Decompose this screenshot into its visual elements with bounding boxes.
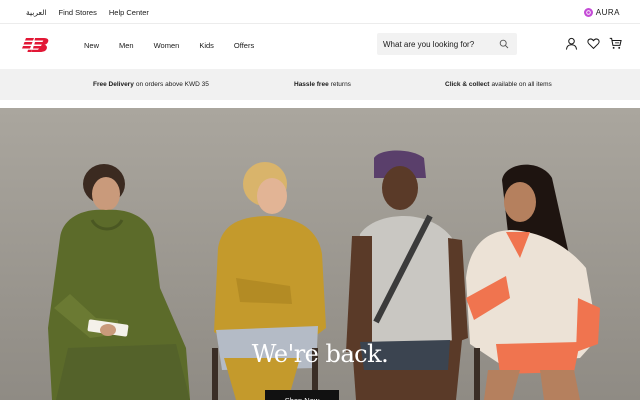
promo-free-delivery: Free Delivery on orders above KWD 35 — [93, 69, 209, 100]
promo-returns: Hassle free returns — [294, 69, 351, 100]
language-link[interactable]: العربية — [26, 8, 47, 17]
user-icon[interactable] — [565, 37, 578, 50]
nav-item-men[interactable]: Men — [119, 41, 134, 50]
nav-item-offers[interactable]: Offers — [234, 41, 254, 50]
promo-text: returns — [330, 81, 351, 88]
utility-bar: العربية Find Stores Help Center AURA — [0, 0, 640, 24]
help-center-link[interactable]: Help Center — [109, 8, 149, 17]
promo-bold: Free Delivery — [93, 81, 134, 88]
aura-link[interactable]: AURA — [583, 0, 620, 24]
aura-label: AURA — [595, 7, 620, 17]
main-header: New Men Women Kids Offers — [0, 25, 640, 69]
heart-icon[interactable] — [587, 37, 600, 50]
search-icon[interactable] — [499, 39, 509, 49]
promo-strip: Free Delivery on orders above KWD 35 Has… — [0, 69, 640, 100]
nav-item-kids[interactable]: Kids — [199, 41, 214, 50]
promo-bold: Hassle free — [294, 81, 329, 88]
shop-now-button[interactable]: Shop Now — [265, 390, 339, 400]
nav-item-women[interactable]: Women — [154, 41, 180, 50]
promo-text: on orders above KWD 35 — [135, 81, 209, 88]
search-input[interactable] — [383, 39, 499, 49]
promo-click-collect: Click & collect available on all items — [445, 69, 552, 100]
hero-title: We're back. — [251, 340, 389, 368]
hero-banner[interactable]: We're back. Shop Now — [0, 108, 640, 400]
find-stores-link[interactable]: Find Stores — [59, 8, 97, 17]
search-box — [377, 33, 517, 55]
promo-text: available on all items — [491, 81, 552, 88]
main-nav: New Men Women Kids Offers — [84, 25, 254, 65]
header-icons — [565, 37, 622, 50]
utility-links: العربية Find Stores Help Center — [26, 0, 149, 24]
promo-bold: Click & collect — [445, 81, 490, 88]
new-balance-logo-icon[interactable] — [22, 37, 50, 53]
cart-icon[interactable] — [609, 37, 622, 50]
nav-item-new[interactable]: New — [84, 41, 99, 50]
aura-icon — [583, 7, 593, 17]
